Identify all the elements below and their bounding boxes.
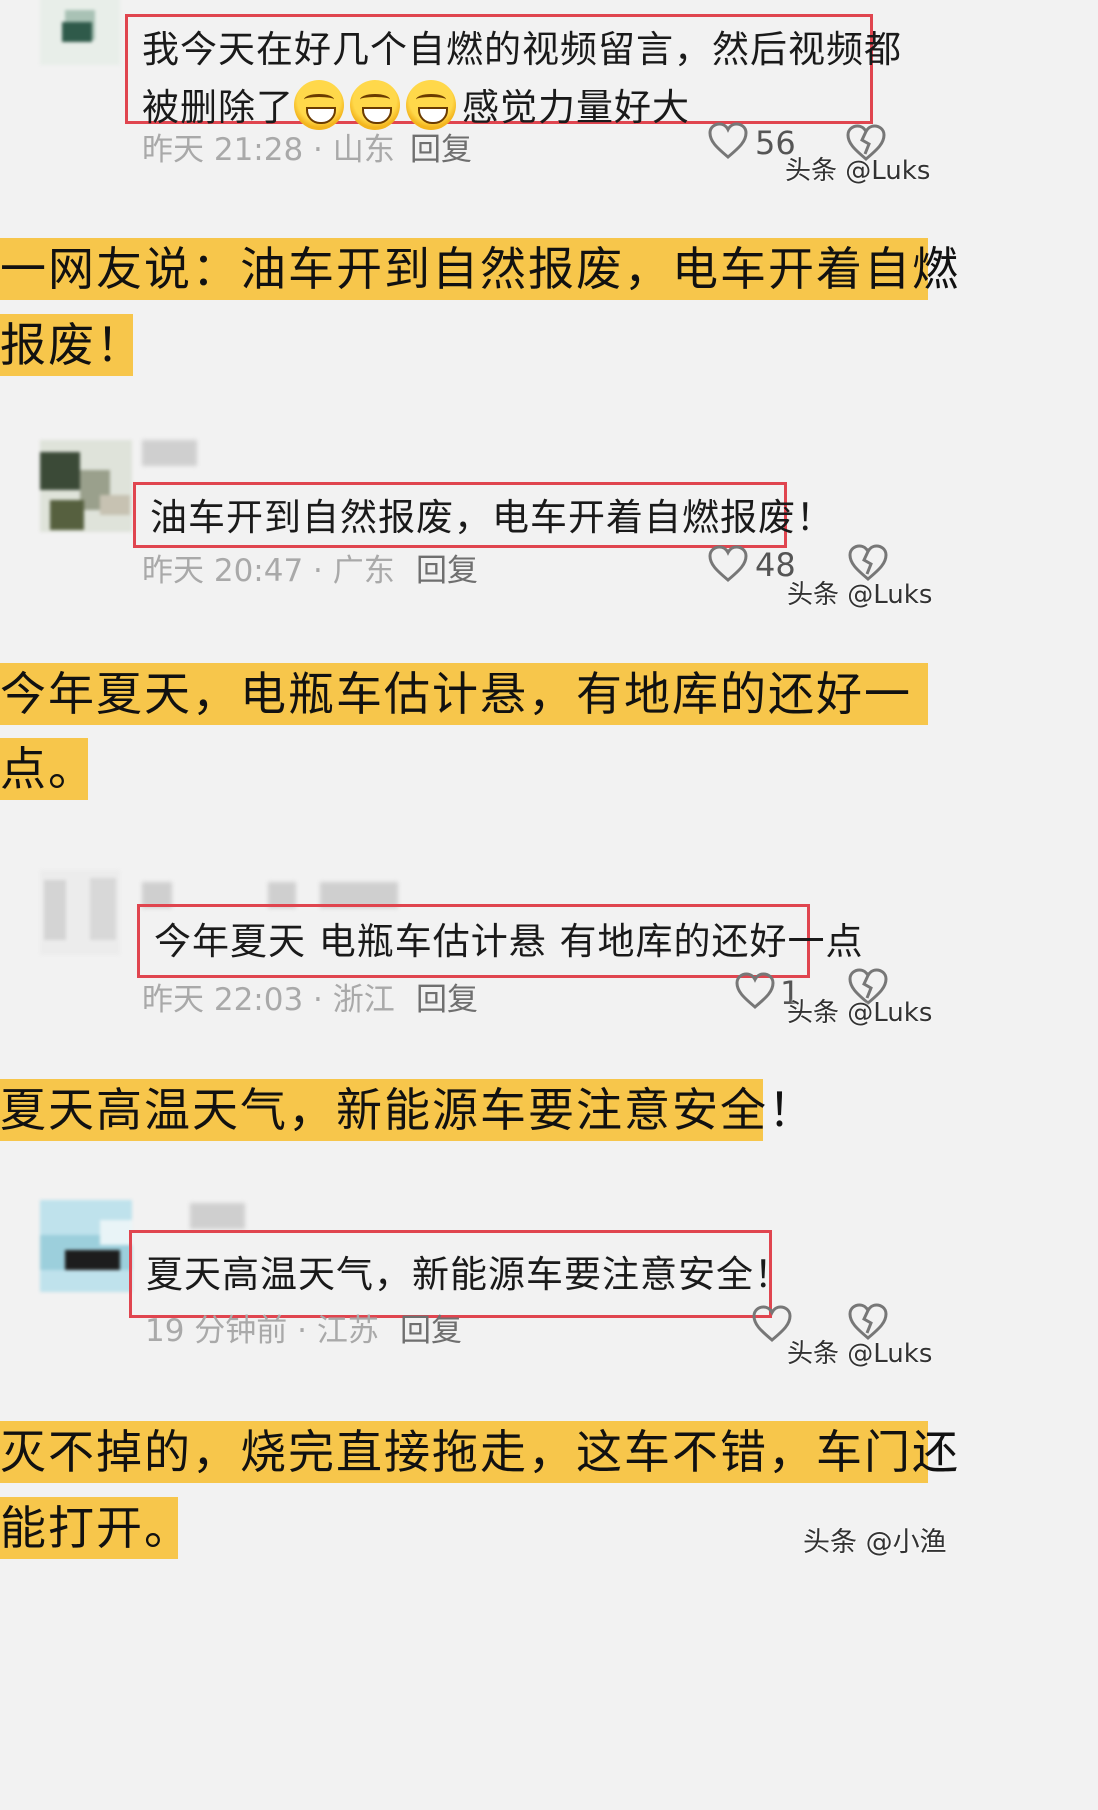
comment-text: 夏天高温天气，新能源车要注意安全！ — [146, 1253, 792, 1296]
avatar[interactable] — [40, 870, 120, 955]
reply-button[interactable]: 回复 — [400, 1305, 462, 1350]
comment-time-location: 19 分钟前 · 江苏 — [145, 1313, 379, 1349]
caption-text: 夏天高温天气，新能源车要注意安全！ — [0, 1083, 816, 1137]
comment-text: 我今天在好几个自燃的视频留言，然后视频都 — [142, 28, 902, 71]
caption-text: 一网友说：油车开到自然报废，电车开着自燃 — [0, 242, 960, 296]
page-watermark: 头条 @小渔 — [803, 1527, 947, 1558]
avatar[interactable] — [40, 0, 120, 65]
comment-text: 油车开到自然报废，电车开着自燃报废！ — [150, 496, 834, 539]
comment-text-frame: 我今天在好几个自燃的视频留言，然后视频都 被删除了 感觉力量好大 — [125, 14, 902, 130]
caption-text: 今年夏天，电瓶车估计悬，有地库的还好一 — [0, 667, 912, 721]
caption-text: 灭不掉的，烧完直接拖走，这车不错，车门还 — [0, 1425, 960, 1479]
comment-time-location: 昨天 21:28 · 山东 — [142, 132, 395, 168]
reply-button[interactable]: 回复 — [416, 545, 478, 590]
comment-text: 被删除了 — [142, 86, 294, 129]
caption-text: 报废！ — [0, 318, 144, 372]
watermark: 头条 @Luks — [787, 998, 933, 1028]
avatar[interactable] — [40, 1200, 132, 1292]
comment-text-frame: 今年夏天 电瓶车估计悬 有地库的还好一点 — [137, 904, 864, 978]
comment-text-frame: 油车开到自然报废，电车开着自燃报废！ — [133, 482, 834, 548]
like-heart-icon[interactable] — [708, 122, 748, 160]
grinning-sweat-emoji-icon — [294, 80, 344, 130]
comment-time-location: 昨天 22:03 · 浙江 — [142, 982, 395, 1018]
caption-text: 点。 — [0, 742, 96, 796]
avatar[interactable] — [40, 440, 132, 532]
comment-text: 感觉力量好大 — [462, 86, 690, 129]
comment-time-location: 昨天 20:47 · 广东 — [142, 553, 395, 589]
like-heart-icon[interactable] — [752, 1305, 792, 1343]
grinning-sweat-emoji-icon — [406, 80, 456, 130]
like-heart-icon[interactable] — [735, 972, 775, 1010]
reply-button[interactable]: 回复 — [416, 974, 478, 1019]
grinning-sweat-emoji-icon — [350, 80, 400, 130]
watermark: 头条 @Luks — [787, 580, 933, 610]
like-heart-icon[interactable] — [708, 545, 748, 583]
blurred-username — [142, 440, 197, 466]
watermark: 头条 @Luks — [785, 156, 931, 186]
caption-text: 能打开。 — [0, 1501, 192, 1555]
watermark: 头条 @Luks — [787, 1339, 933, 1369]
reply-button[interactable]: 回复 — [410, 124, 472, 169]
blurred-username — [190, 1203, 245, 1229]
comment-text: 今年夏天 电瓶车估计悬 有地库的还好一点 — [154, 920, 864, 963]
